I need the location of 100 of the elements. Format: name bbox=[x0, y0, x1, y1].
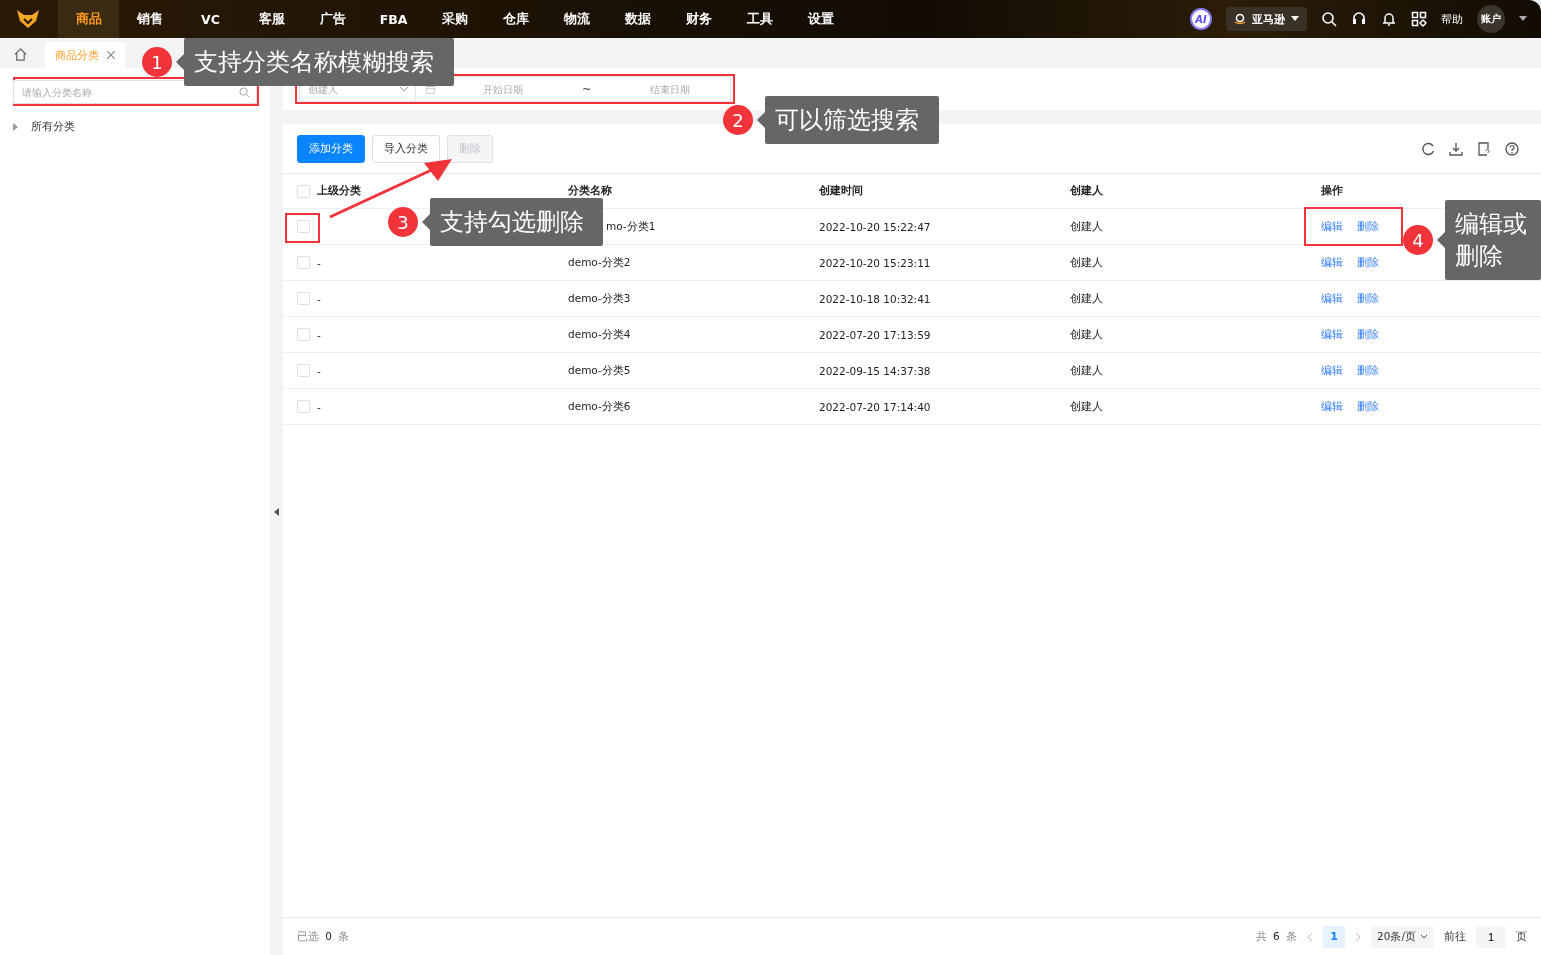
callout-pointer bbox=[757, 112, 765, 128]
apps-grid-icon[interactable] bbox=[1411, 11, 1427, 27]
table-cell: 2022-07-20 17:14:40 bbox=[819, 400, 931, 413]
nav-tab[interactable]: 销售 bbox=[119, 0, 180, 38]
tree-item[interactable]: 所有分类 bbox=[31, 120, 75, 134]
table-cell: 2022-09-15 14:37:38 bbox=[819, 364, 931, 377]
selected-count: 已选 0 条 bbox=[297, 929, 350, 944]
help-icon[interactable] bbox=[1505, 141, 1519, 156]
table-cell: 创建人 bbox=[1070, 363, 1103, 378]
table-cell: demo-分类5 bbox=[568, 363, 631, 378]
category-search-field[interactable]: 请输入分类名称 bbox=[13, 80, 257, 104]
caret-right-icon[interactable] bbox=[13, 123, 19, 131]
nav-tab[interactable]: 商品 bbox=[58, 0, 119, 38]
page-unit-label: 页 bbox=[1516, 929, 1527, 944]
row-checkbox[interactable] bbox=[297, 256, 310, 269]
table-cell-text: mo-分类1 bbox=[605, 219, 656, 234]
nav-tab[interactable]: 工具 bbox=[729, 0, 790, 38]
action-link[interactable]: 删除 bbox=[1357, 255, 1379, 270]
search-icon[interactable] bbox=[1321, 11, 1337, 27]
table-cell: 2022-10-20 15:23:11 bbox=[819, 256, 931, 269]
nav-tab[interactable]: 物流 bbox=[546, 0, 607, 38]
highlight-frame bbox=[285, 213, 320, 243]
row-checkbox[interactable] bbox=[297, 400, 310, 413]
nav-tab[interactable]: 仓库 bbox=[485, 0, 546, 38]
action-link[interactable]: 删除 bbox=[1357, 327, 1379, 342]
row-checkbox[interactable] bbox=[297, 328, 310, 341]
table-cell: - bbox=[317, 328, 321, 341]
row-checkbox[interactable] bbox=[297, 220, 310, 233]
nav-tab[interactable]: 客服 bbox=[241, 0, 302, 38]
row-checkbox[interactable] bbox=[297, 292, 310, 305]
column-header: 分类名称 bbox=[568, 184, 612, 198]
table-cell: - bbox=[317, 292, 321, 305]
document-help-icon[interactable] bbox=[1477, 141, 1491, 156]
annotation-tooltip: 支持勾选删除 bbox=[430, 198, 603, 246]
callout-pointer bbox=[176, 54, 184, 70]
action-link[interactable]: 编辑 bbox=[1321, 327, 1343, 342]
nav-tab[interactable]: VC bbox=[180, 0, 241, 38]
callout-pointer bbox=[422, 214, 430, 230]
goto-label: 前往 bbox=[1444, 929, 1466, 944]
refresh-icon[interactable] bbox=[1421, 141, 1435, 156]
table-cell: 创建人 bbox=[1070, 219, 1103, 234]
nav-tab[interactable]: FBA bbox=[363, 0, 424, 38]
table-cell: demo-分类3 bbox=[568, 291, 631, 306]
search-icon bbox=[239, 86, 250, 98]
action-link[interactable]: 删除 bbox=[1357, 219, 1379, 234]
column-header: 上级分类 bbox=[317, 184, 361, 198]
annotation-tooltip: 支持分类名称模糊搜索 bbox=[184, 38, 454, 86]
total-count: 共 6 条 bbox=[1255, 929, 1298, 944]
table-cell: - bbox=[317, 400, 321, 413]
nav-tab[interactable]: 数据 bbox=[607, 0, 668, 38]
table-cell: demo-分类2 bbox=[568, 255, 631, 270]
collapse-arrow-icon[interactable] bbox=[274, 507, 279, 516]
select-all-checkbox[interactable] bbox=[297, 184, 310, 198]
callout-pointer bbox=[1437, 232, 1445, 248]
table-cell: 2022-10-18 10:32:41 bbox=[819, 292, 931, 305]
account-avatar[interactable]: 账户 bbox=[1477, 5, 1505, 33]
home-icon[interactable] bbox=[14, 48, 27, 61]
caret-icon bbox=[1291, 16, 1299, 22]
chevron-down-icon bbox=[1420, 934, 1428, 939]
table-cell: 创建人 bbox=[1070, 327, 1103, 342]
close-icon[interactable] bbox=[107, 51, 115, 59]
bell-icon[interactable] bbox=[1381, 11, 1397, 27]
caret-icon[interactable] bbox=[1519, 16, 1527, 22]
nav-tab[interactable]: 设置 bbox=[790, 0, 851, 38]
action-link[interactable]: 编辑 bbox=[1321, 363, 1343, 378]
nav-tab[interactable]: 采购 bbox=[424, 0, 485, 38]
table-cell: 创建人 bbox=[1070, 399, 1103, 414]
nav-tab[interactable]: 广告 bbox=[302, 0, 363, 38]
step-number-badge: 1 bbox=[142, 47, 172, 77]
fox-logo-icon bbox=[16, 9, 40, 29]
column-header: 创建时间 bbox=[819, 184, 863, 198]
action-link[interactable]: 编辑 bbox=[1321, 255, 1343, 270]
action-link[interactable]: 删除 bbox=[1357, 291, 1379, 306]
headset-icon[interactable] bbox=[1351, 11, 1367, 27]
action-link[interactable]: 编辑 bbox=[1321, 399, 1343, 414]
search-input[interactable]: 请输入分类名称 bbox=[20, 85, 239, 99]
table-cell: - bbox=[317, 364, 321, 377]
ai-button[interactable]: AI bbox=[1190, 8, 1212, 30]
table-cell: 创建人 bbox=[1070, 255, 1103, 270]
annotation-tooltip: 编辑或删除 bbox=[1445, 200, 1541, 280]
row-checkbox[interactable] bbox=[297, 364, 310, 377]
action-link[interactable]: 删除 bbox=[1357, 399, 1379, 414]
smile-logo-icon bbox=[1234, 13, 1246, 25]
action-link[interactable]: 删除 bbox=[1357, 363, 1379, 378]
goto-page-field[interactable]: 1 bbox=[1476, 925, 1506, 948]
nav-tab[interactable]: 财务 bbox=[668, 0, 729, 38]
table-cell: demo-分类6 bbox=[568, 399, 631, 414]
help-link[interactable]: 帮助 bbox=[1441, 11, 1463, 27]
action-link[interactable]: 编辑 bbox=[1321, 219, 1343, 234]
page-size-select[interactable]: 20条/页 bbox=[1371, 925, 1434, 948]
table-cell: 2022-07-20 17:13:59 bbox=[819, 328, 931, 341]
table-cell: 2022-10-20 15:22:47 bbox=[819, 220, 931, 233]
table-cell: 创建人 bbox=[1070, 291, 1103, 306]
store-selector[interactable]: 亚马逊 bbox=[1226, 7, 1307, 31]
column-header: 创建人 bbox=[1070, 184, 1103, 198]
download-icon[interactable] bbox=[1449, 141, 1463, 156]
toolbar-button[interactable]: 添加分类 bbox=[297, 134, 365, 163]
annotation-tooltip: 可以筛选搜索 bbox=[765, 96, 939, 144]
action-link[interactable]: 编辑 bbox=[1321, 291, 1343, 306]
toolbar-button[interactable]: 导入分类 bbox=[372, 134, 440, 163]
